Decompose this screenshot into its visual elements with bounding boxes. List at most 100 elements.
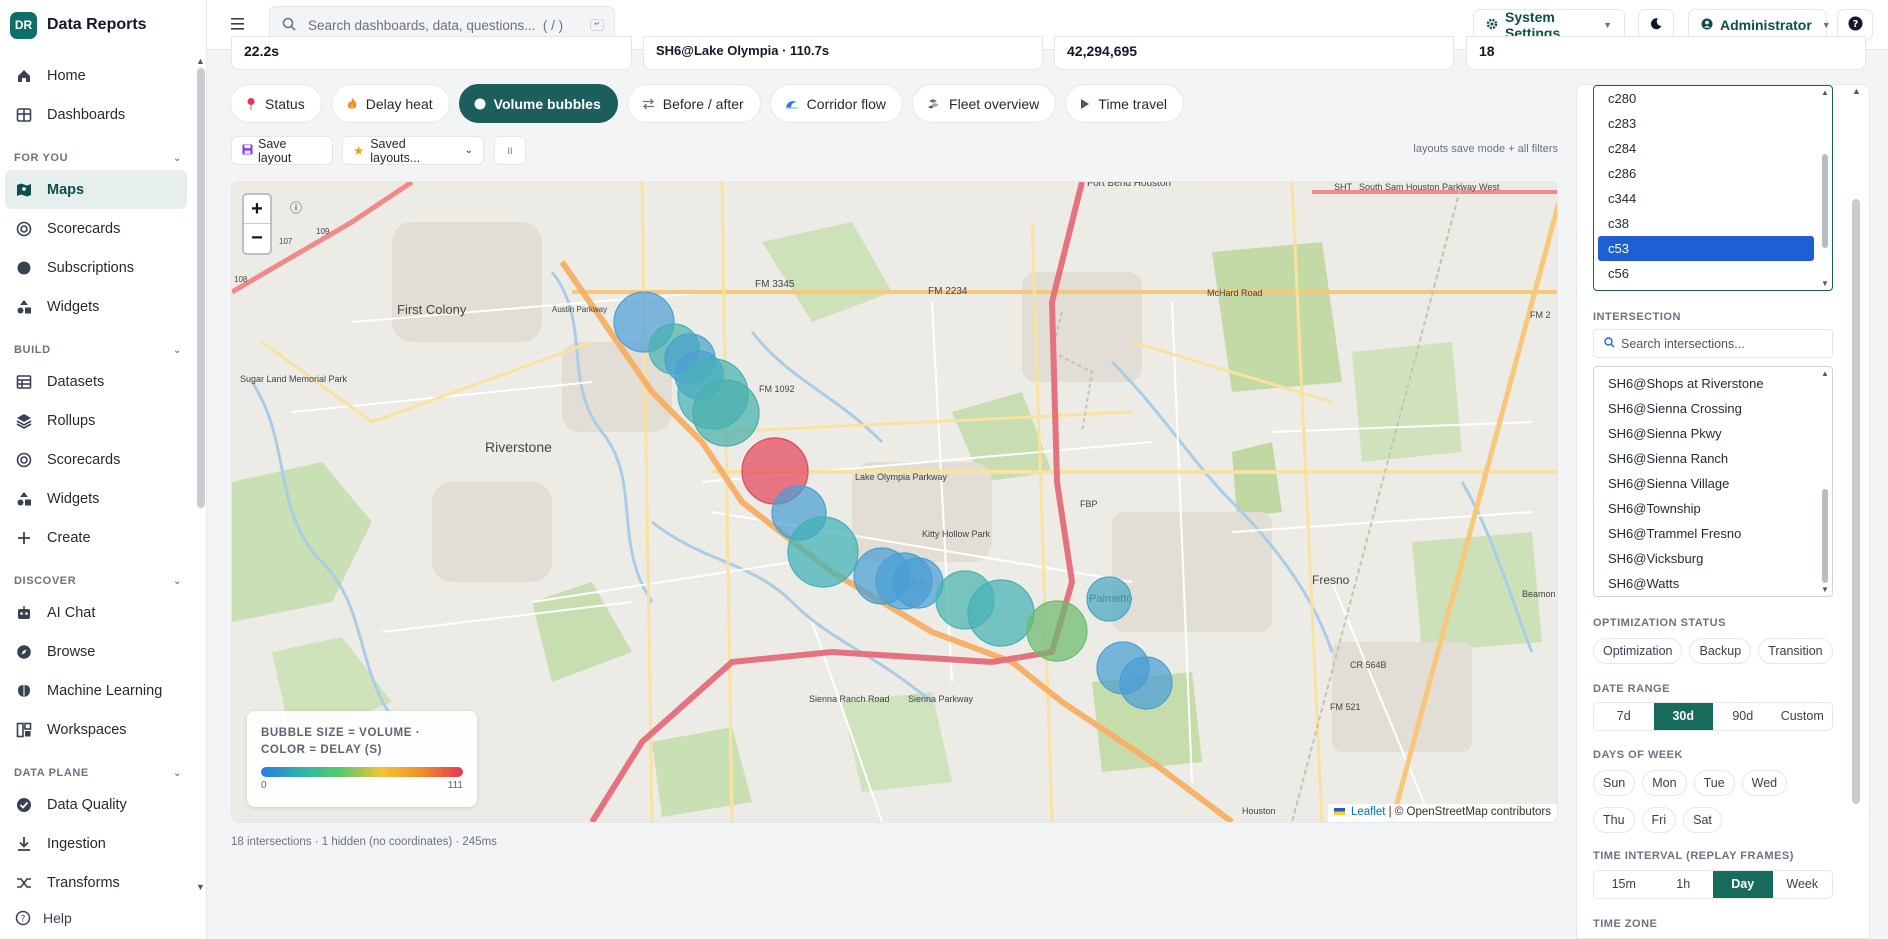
sidebar-item-machine-learning[interactable]: Machine Learning — [5, 671, 187, 710]
date-range-7d[interactable]: 7d — [1594, 703, 1654, 730]
scroll-down-arrow-icon[interactable]: ▼ — [1821, 585, 1829, 594]
date-range-30d[interactable]: 30d — [1653, 703, 1713, 730]
intersection-option[interactable]: SH6@Sienna Ranch — [1598, 446, 1814, 471]
menu-icon[interactable] — [227, 14, 249, 34]
help-link[interactable]: ? Help — [15, 910, 72, 926]
sidebar-item-rollups[interactable]: Rollups — [5, 401, 187, 440]
tab-fleet-overview[interactable]: Fleet overview — [912, 84, 1057, 123]
status-chip-transition[interactable]: Transition — [1758, 638, 1833, 664]
leaflet-link[interactable]: Leaflet — [1351, 806, 1386, 818]
sidebar-item-datasets[interactable]: Datasets — [5, 362, 187, 401]
intersection-search[interactable] — [1593, 329, 1833, 358]
corridor-option[interactable]: c53 — [1598, 236, 1814, 261]
corridor-listbox[interactable]: c280 c283 c284 c286 c344 c38 c53 c56 ▲ ▼ — [1593, 85, 1833, 291]
intersection-option[interactable]: SH6@Township — [1598, 496, 1814, 521]
sidebar-item-widgets[interactable]: Widgets — [5, 287, 187, 326]
status-chip-backup[interactable]: Backup — [1689, 638, 1752, 664]
sidebar-item-scorecards[interactable]: Scorecards — [5, 209, 187, 248]
zoom-in-button[interactable]: + — [244, 195, 270, 224]
search-input[interactable] — [308, 17, 568, 33]
tab-delay-heat[interactable]: Delay heat — [330, 84, 450, 123]
panel-scroll-thumb[interactable] — [1852, 199, 1860, 804]
nav-section-for-you[interactable]: FOR YOU ⌄ — [0, 134, 196, 170]
save-layout-button[interactable]: Save layout — [231, 136, 333, 165]
sidebar-item-workspaces[interactable]: Workspaces — [5, 710, 187, 749]
nav-section-build[interactable]: BUILD ⌄ — [0, 326, 196, 362]
intersection-option[interactable]: SH6@Sienna Village — [1598, 471, 1814, 496]
tab-volume-bubbles[interactable]: Volume bubbles — [458, 84, 618, 123]
sidebar-item-ingestion[interactable]: Ingestion — [5, 824, 187, 863]
intersection-bubble[interactable] — [787, 516, 859, 588]
sidebar-item-home[interactable]: Home — [5, 56, 187, 95]
intersection-option[interactable]: SH6@Trammel Fresno — [1598, 521, 1814, 546]
saved-layouts-select[interactable]: ★ Saved layouts... ⌄ — [342, 136, 484, 165]
corridor-option[interactable]: c280 — [1598, 86, 1814, 111]
corridor-option[interactable]: c284 — [1598, 136, 1814, 161]
scroll-up-arrow-icon[interactable]: ▲ — [1821, 369, 1829, 378]
tab-time-travel[interactable]: Time travel — [1065, 84, 1185, 123]
scroll-down-arrow-icon[interactable]: ▼ — [196, 882, 205, 892]
sidebar-item-create[interactable]: Create — [5, 518, 187, 557]
intersection-listbox[interactable]: SH6@Shops at Riverstone SH6@Sienna Crossi… — [1593, 366, 1833, 597]
sidebar-item-scorecards[interactable]: Scorecards — [5, 440, 187, 479]
zoom-out-button[interactable]: − — [244, 224, 270, 253]
nav-section-discover[interactable]: DISCOVER ⌄ — [0, 557, 196, 593]
corridor-option[interactable]: c38 — [1598, 211, 1814, 236]
corridor-option[interactable]: c283 — [1598, 111, 1814, 136]
day-chip-mon[interactable]: Mon — [1642, 770, 1687, 796]
day-chip-tue[interactable]: Tue — [1693, 770, 1735, 796]
intersection-list-scrollbar[interactable]: ▲ ▼ — [1820, 369, 1830, 594]
intersection-bubble[interactable] — [1026, 600, 1088, 662]
intersection-bubble[interactable] — [967, 579, 1035, 647]
intersection-bubble[interactable] — [1086, 576, 1132, 622]
day-chip-wed[interactable]: Wed — [1741, 770, 1788, 796]
intersection-bubble[interactable] — [1119, 656, 1173, 710]
intersection-search-input[interactable] — [1621, 336, 1821, 351]
scroll-up-arrow-icon[interactable]: ▲ — [1852, 86, 1861, 96]
sidebar-item-subscriptions[interactable]: Subscriptions — [5, 248, 187, 287]
day-chip-thu[interactable]: Thu — [1593, 807, 1635, 833]
intersection-option[interactable]: SH6@Vicksburg — [1598, 546, 1814, 571]
scroll-up-arrow-icon[interactable]: ▲ — [196, 56, 205, 66]
intersection-option[interactable]: SH6@Sienna Crossing — [1598, 396, 1814, 421]
scroll-down-arrow-icon[interactable]: ▼ — [1821, 279, 1829, 288]
interval-day[interactable]: Day — [1713, 871, 1773, 898]
corridor-option[interactable]: c286 — [1598, 161, 1814, 186]
intersection-option[interactable]: SH6@Watts — [1598, 571, 1814, 596]
sidebar-item-widgets[interactable]: Widgets — [5, 479, 187, 518]
sidebar-item-dashboards[interactable]: Dashboards — [5, 95, 187, 134]
sidebar-item-transforms[interactable]: Transforms — [5, 863, 187, 896]
day-chip-sun[interactable]: Sun — [1593, 770, 1636, 796]
sidebar-scrollbar[interactable]: ▲ ▼ — [196, 56, 206, 896]
sidebar-item-browse[interactable]: Browse — [5, 632, 187, 671]
sidebar-item-ai-chat[interactable]: AI Chat — [5, 593, 187, 632]
intersection-option[interactable]: SH6@Shops at Riverstone — [1598, 371, 1814, 396]
interval-week[interactable]: Week — [1773, 871, 1833, 898]
scroll-thumb[interactable] — [1822, 489, 1828, 583]
date-range-custom[interactable]: Custom — [1773, 703, 1833, 730]
corridor-option[interactable]: c56 — [1598, 261, 1814, 286]
info-icon[interactable]: ⓘ — [284, 196, 308, 220]
pause-button[interactable]: II — [494, 136, 526, 165]
date-range-90d[interactable]: 90d — [1713, 703, 1773, 730]
day-chip-sat[interactable]: Sat — [1683, 807, 1722, 833]
intersection-bubble[interactable] — [692, 379, 760, 447]
interval-1h[interactable]: 1h — [1654, 871, 1714, 898]
intersection-option[interactable]: SH6@Sienna Pkwy — [1598, 421, 1814, 446]
status-chip-optimization[interactable]: Optimization — [1593, 638, 1683, 664]
panel-scrollbar[interactable]: ▲ — [1850, 84, 1862, 939]
interval-15m[interactable]: 15m — [1594, 871, 1654, 898]
sidebar-item-maps[interactable]: Maps — [5, 170, 187, 209]
map-canvas[interactable]: First Colony Riverstone Sugar Land Memoria… — [231, 181, 1558, 823]
scroll-thumb[interactable] — [1822, 154, 1828, 248]
day-chip-fri[interactable]: Fri — [1641, 807, 1677, 833]
corridor-list-scrollbar[interactable]: ▲ ▼ — [1820, 88, 1830, 288]
tab-corridor-flow[interactable]: Corridor flow — [769, 84, 904, 123]
nav-section-data-plane[interactable]: DATA PLANE ⌄ — [0, 749, 196, 785]
scroll-up-arrow-icon[interactable]: ▲ — [1821, 88, 1829, 97]
tab-status[interactable]: Status — [230, 84, 322, 123]
corridor-option[interactable]: c344 — [1598, 186, 1814, 211]
sidebar-item-data-quality[interactable]: Data Quality — [5, 785, 187, 824]
sidebar-scroll-thumb[interactable] — [197, 68, 205, 508]
tab-before-after[interactable]: Before / after — [626, 84, 761, 123]
